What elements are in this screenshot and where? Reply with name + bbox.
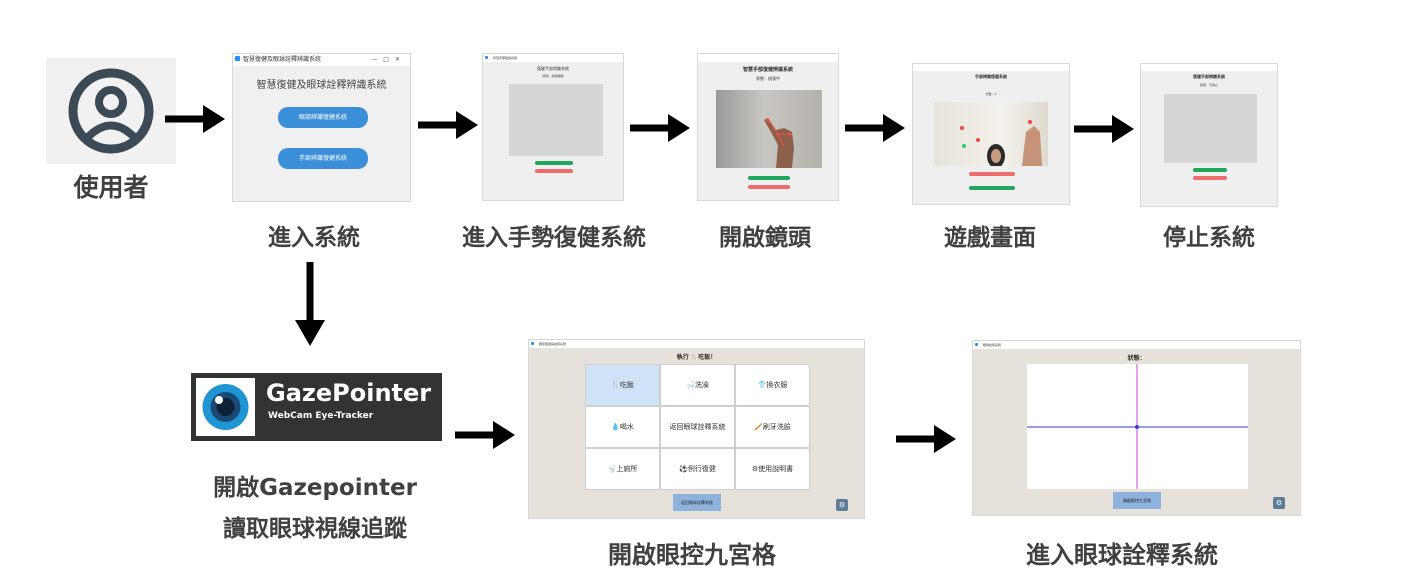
grid-cell-eat[interactable]: 🍴吃飯 — [585, 364, 660, 406]
grid-cell-clothes[interactable]: 👕換衣服 — [735, 364, 810, 406]
camera-placeholder — [1164, 94, 1257, 163]
window-title: 智慧復健及眼球詮釋辨識系統 — [243, 56, 322, 63]
right-arrow-icon — [455, 421, 515, 449]
window-title: 眼球詮釋系統 — [983, 343, 1002, 347]
camera-window-screenshot: 智慧手部復健辨識系統 狀態：偵測中 — [697, 53, 839, 201]
hand-system-button[interactable]: 手部辨識復健系統 — [278, 148, 368, 169]
step-enter-system: 進入系統 — [268, 225, 360, 251]
stop-button[interactable] — [1193, 176, 1227, 180]
grid-cell-return[interactable]: 返回眼球詮釋系統 — [660, 406, 735, 448]
camera-placeholder — [509, 84, 603, 156]
window-controls[interactable]: —□✕ — [371, 54, 406, 66]
window-title: 智慧手部復健系統 — [493, 56, 518, 60]
start-button[interactable] — [969, 186, 1015, 190]
grid-cell-toilet[interactable]: 🚽上廁所 — [585, 448, 660, 490]
grid-cell-rehab[interactable]: ⚽例行復健 — [660, 448, 735, 490]
right-arrow-icon — [418, 111, 478, 139]
settings-button[interactable]: ⚙ — [1273, 497, 1285, 509]
user-label: 使用者 — [73, 173, 149, 202]
right-arrow-icon — [845, 114, 905, 142]
game-feed — [934, 102, 1048, 168]
gesture-heading: 復健手部辨識系統 — [537, 66, 569, 71]
grid-cell-manual[interactable]: ⚙使用說明書 — [735, 448, 810, 490]
step-stop-system: 停止系統 — [1163, 225, 1255, 251]
user-actor — [46, 58, 176, 164]
stop-button[interactable] — [748, 185, 790, 189]
gazepointer-tagline: WebCam Eye-Tracker — [268, 411, 374, 421]
step-enter-eye-system: 進入眼球詮釋系統 — [1026, 541, 1218, 569]
game-window-screenshot: 手部辨識復健系統 分數：0 — [912, 63, 1070, 205]
camera-feed — [716, 90, 822, 168]
gear-icon: ⚙ — [1275, 499, 1283, 507]
open-grid-button[interactable]: 開啟眼控九宮格 — [1113, 492, 1161, 509]
step-game-screen: 遊戲畫面 — [944, 225, 1036, 251]
gear-icon: ⚙ — [838, 501, 846, 509]
camera-heading: 智慧手部復健辨識系統 — [742, 67, 793, 73]
eye-heading: 狀態： — [1127, 355, 1146, 362]
gesture-window-screenshot: 智慧手部復健系統 復健手部辨識系統 狀態：尚未啟動 — [482, 53, 624, 201]
grid-cell-brush[interactable]: 🪥刷牙洗臉 — [735, 406, 810, 448]
main-window-screenshot: 智慧復健及眼球詮釋辨識系統 —□✕ 智慧復健及眼球詮釋辨識系統 眼部辨識復健系統… — [232, 53, 411, 202]
grid-cell-bath[interactable]: 🛁洗澡 — [660, 364, 735, 406]
down-arrow-icon — [295, 262, 325, 346]
app-icon — [235, 56, 240, 61]
settings-button[interactable]: ⚙ — [836, 499, 848, 511]
start-button[interactable] — [1193, 168, 1227, 172]
right-arrow-icon — [896, 425, 956, 453]
main-heading: 智慧復健及眼球詮釋辨識系統 — [256, 80, 387, 91]
game-score: 分數：0 — [985, 92, 997, 96]
stop-button[interactable] — [969, 172, 1015, 176]
game-heading: 手部辨識復健系統 — [975, 74, 1007, 79]
step-enter-gesture: 進入手勢復健系統 — [462, 225, 646, 251]
eye-window-screenshot: 眼球詮釋系統 狀態： 開啟眼控九宮格 ⚙ — [972, 340, 1301, 516]
grid-cell-drink[interactable]: 💧喝水 — [585, 406, 660, 448]
right-arrow-icon — [165, 105, 225, 133]
right-arrow-icon — [1074, 115, 1134, 143]
stop-window-screenshot: 復健手部辨識系統 狀態：已停止 — [1140, 63, 1278, 207]
start-button[interactable] — [535, 161, 573, 165]
user-icon — [68, 68, 154, 154]
window-title: 眼控復健與詮釋系統 — [539, 342, 567, 346]
stop-status: 狀態：已停止 — [1199, 83, 1218, 87]
right-arrow-icon — [630, 114, 690, 142]
eye-logo-box — [196, 378, 255, 436]
step-open-grid: 開啟眼控九宮格 — [608, 541, 776, 569]
return-eye-system-button[interactable]: 返回眼球詮釋系統 — [673, 494, 721, 511]
step-read-gaze: 讀取眼球視線追蹤 — [223, 516, 407, 542]
gazepointer-name: GazePointer — [266, 379, 432, 407]
grid-heading: 執行 🍴吃飯！ — [676, 354, 717, 361]
gazepointer-logo: GazePointer WebCam Eye-Tracker — [191, 373, 442, 441]
eye-system-button[interactable]: 眼部辨識復健系統 — [278, 107, 368, 128]
eye-logo-icon — [202, 384, 249, 430]
gaze-canvas — [1027, 364, 1248, 489]
start-button[interactable] — [748, 176, 790, 180]
step-open-gazepointer: 開啟Gazepointer — [213, 475, 417, 501]
stop-button[interactable] — [535, 169, 573, 173]
step-open-camera: 開啟鏡頭 — [719, 225, 811, 251]
gesture-status: 狀態：尚未啟動 — [542, 74, 564, 78]
stop-heading: 復健手部辨識系統 — [1193, 74, 1225, 79]
grid-window-screenshot: 眼控復健與詮釋系統 執行 🍴吃飯！ 🍴吃飯 🛁洗澡 👕換衣服 💧喝水 返回眼球詮… — [528, 339, 865, 519]
camera-status: 狀態：偵測中 — [756, 76, 780, 81]
